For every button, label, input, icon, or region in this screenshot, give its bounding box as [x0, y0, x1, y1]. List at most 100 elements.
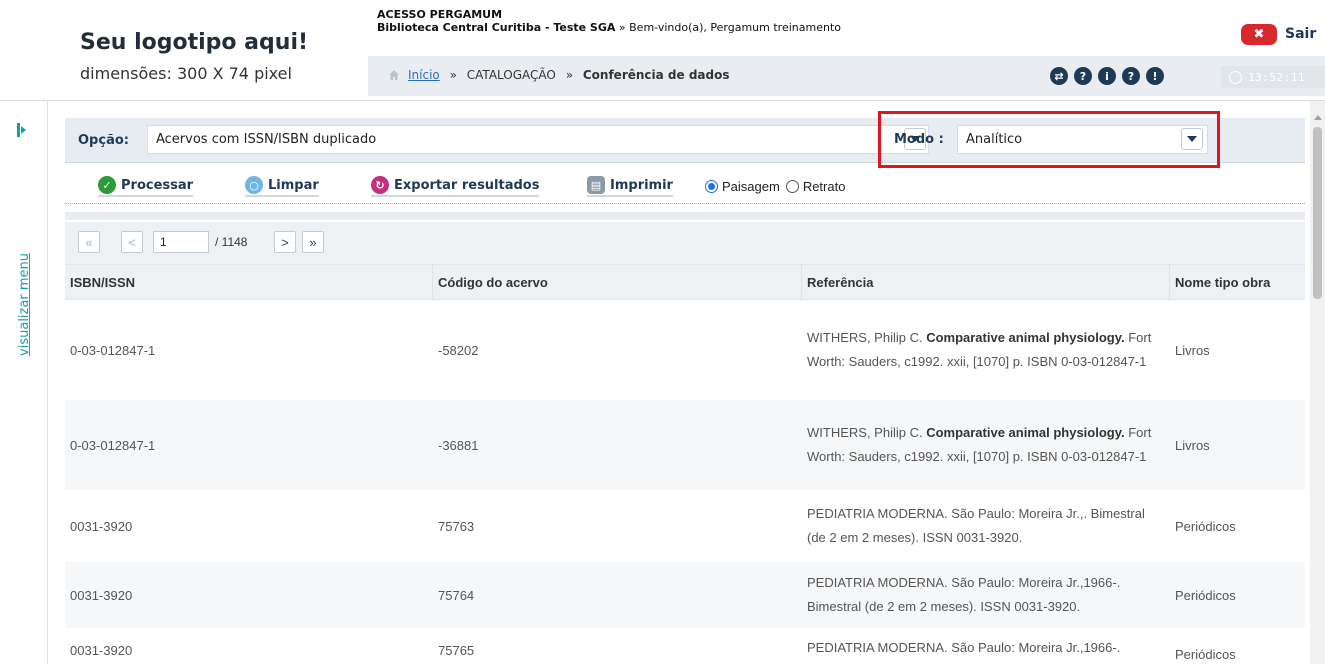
info-icon[interactable]: i — [1098, 67, 1116, 85]
cell-type: Periódicos — [1175, 647, 1236, 662]
breadcrumb-home-link[interactable]: Início — [408, 68, 440, 82]
landscape-label: Paisagem — [722, 179, 780, 194]
home-icon — [389, 70, 399, 80]
option-label: Opção: — [78, 133, 129, 148]
table-row[interactable]: 0-03-012847-1 -58202 WITHERS, Philip C. … — [65, 300, 1305, 400]
reference-title: Comparative animal physiology. — [926, 330, 1125, 345]
scroll-up-arrow-icon[interactable] — [1314, 115, 1322, 120]
header-tool-icons: ⇄ ? i ? ! — [1050, 67, 1164, 85]
breadcrumb-separator: » — [565, 68, 574, 82]
cell-isbn: 0031-3920 — [70, 587, 133, 603]
cell-code: -58202 — [438, 342, 479, 358]
question-icon[interactable]: ? — [1122, 67, 1140, 85]
reference-author: WITHERS, Philip C. — [807, 330, 927, 345]
cell-isbn: 0031-3920 — [70, 518, 133, 534]
breadcrumb-current: Conferência de dados — [582, 68, 730, 82]
breadcrumb-bar: Início » CATALOGAÇÃO » Conferência de da… — [368, 56, 1325, 96]
pagination: « < 1 / 1148 > » — [65, 222, 1305, 264]
clock-icon — [1229, 70, 1242, 84]
column-header-code[interactable]: Código do acervo — [433, 265, 802, 301]
left-sidebar: visualizar menu — [0, 101, 48, 664]
help-circle-icon[interactable]: ? — [1074, 67, 1092, 85]
table-row[interactable]: 0031-3920 75765 PEDIATRIA MODERNA. São P… — [65, 628, 1305, 664]
alert-icon[interactable]: ! — [1146, 67, 1164, 85]
page-number-input[interactable]: 1 — [153, 231, 209, 253]
header: Seu logotipo aqui! dimensões: 300 X 74 p… — [0, 0, 1325, 101]
table-header: ISBN/ISSN Código do acervo Referência No… — [65, 264, 1305, 301]
logo-title: Seu logotipo aqui! — [80, 30, 309, 55]
mode-highlight-box — [878, 111, 1220, 168]
separator-band — [65, 212, 1305, 220]
next-page-button[interactable]: > — [274, 231, 296, 253]
table-row[interactable]: 0-03-012847-1 -36881 WITHERS, Philip C. … — [65, 400, 1305, 490]
cell-code: 75765 — [438, 643, 475, 658]
option-select-value: Acervos com ISSN/ISBN duplicado — [156, 132, 377, 147]
logout-button[interactable]: ✖ Sair — [1241, 23, 1316, 45]
clock-time: 13:52:11 — [1248, 70, 1305, 84]
cell-reference: PEDIATRIA MODERNA. São Paulo: Moreira Jr… — [802, 628, 1170, 664]
portrait-radio[interactable] — [785, 180, 799, 193]
reference-author: WITHERS, Philip C. — [807, 425, 927, 440]
cell-type: Livros — [1175, 342, 1210, 358]
logout-label: Sair — [1285, 26, 1317, 42]
option-select[interactable]: Acervos com ISSN/ISBN duplicado — [147, 125, 929, 154]
library-name: Biblioteca Central Curitiba - Teste SGA — [377, 21, 616, 34]
cell-code: 75763 — [438, 518, 475, 534]
breadcrumb-separator: » — [449, 68, 457, 82]
logo-dimensions: dimensões: 300 X 74 pixel — [80, 64, 292, 83]
vertical-scrollbar[interactable] — [1310, 101, 1325, 664]
export-results-button[interactable]: ↻ Exportar resultados — [371, 176, 540, 197]
table-row[interactable]: 0031-3920 75764 PEDIATRIA MODERNA. São P… — [65, 562, 1305, 628]
reference-text: PEDIATRIA MODERNA. São Paulo: Moreira Jr… — [807, 575, 1121, 614]
export-icon: ↻ — [371, 176, 389, 194]
printer-icon: ▤ — [587, 176, 605, 194]
welcome-text: Bem-vindo(a), Pergamum treinamento — [629, 21, 841, 34]
exchange-icon[interactable]: ⇄ — [1050, 67, 1068, 85]
process-label: Processar — [121, 177, 194, 193]
scrollbar-thumb[interactable] — [1313, 127, 1322, 299]
cell-code: -36881 — [438, 437, 479, 453]
show-menu-label: visualizar menu — [16, 252, 32, 356]
orientation-radio-group: Paisagem Retrato — [705, 179, 845, 194]
print-label: Imprimir — [610, 177, 673, 193]
clear-button[interactable]: ○ Limpar — [245, 176, 319, 197]
cell-isbn: 0031-3920 — [70, 643, 133, 658]
print-button[interactable]: ▤ Imprimir — [587, 176, 673, 197]
reference-title: Comparative animal physiology. — [926, 425, 1125, 440]
cell-reference: WITHERS, Philip C. Comparative animal ph… — [802, 400, 1170, 490]
cell-type: Periódicos — [1175, 587, 1236, 603]
landscape-radio[interactable] — [705, 180, 718, 193]
table-row[interactable]: 0031-3920 75763 PEDIATRIA MODERNA. São P… — [65, 490, 1305, 562]
cell-type: Periódicos — [1175, 518, 1236, 534]
reference-text: PEDIATRIA MODERNA. São Paulo: Moreira Jr… — [807, 640, 1121, 655]
page-total: / 1148 — [215, 235, 248, 249]
welcome-separator: » — [618, 21, 626, 34]
access-title: ACESSO PERGAMUM — [377, 8, 503, 21]
column-header-reference[interactable]: Referência — [802, 265, 1170, 301]
last-page-button[interactable]: » — [302, 231, 324, 253]
prev-page-button[interactable]: < — [121, 231, 143, 253]
clear-label: Limpar — [268, 177, 319, 193]
first-page-button[interactable]: « — [78, 231, 100, 253]
cell-reference: PEDIATRIA MODERNA. São Paulo: Moreira Jr… — [802, 490, 1170, 562]
reference-text: PEDIATRIA MODERNA. São Paulo: Moreira Jr… — [807, 506, 1145, 545]
show-menu-link[interactable]: visualizar menu — [16, 239, 32, 369]
magnifier-icon: ○ — [245, 176, 263, 194]
export-label: Exportar resultados — [394, 177, 540, 193]
breadcrumb-section: CATALOGAÇÃO — [466, 68, 556, 82]
sidebar-toggle-icon[interactable] — [17, 123, 27, 137]
process-button[interactable]: ✓ Processar — [98, 176, 194, 197]
cell-reference: PEDIATRIA MODERNA. São Paulo: Moreira Jr… — [802, 562, 1170, 628]
cell-code: 75764 — [438, 587, 475, 603]
action-toolbar: ✓ Processar ○ Limpar ↻ Exportar resultad… — [65, 170, 1305, 204]
welcome-line: Biblioteca Central Curitiba - Teste SGA … — [377, 21, 841, 34]
check-icon: ✓ — [98, 176, 116, 194]
close-icon: ✖ — [1241, 23, 1277, 45]
cell-reference: WITHERS, Philip C. Comparative animal ph… — [802, 300, 1170, 400]
cell-isbn: 0-03-012847-1 — [70, 342, 156, 358]
column-header-type[interactable]: Nome tipo obra — [1170, 265, 1305, 301]
cell-type: Livros — [1175, 437, 1210, 453]
column-header-isbn[interactable]: ISBN/ISSN — [65, 265, 433, 301]
cell-isbn: 0-03-012847-1 — [70, 437, 156, 453]
breadcrumb: Início » CATALOGAÇÃO » Conferência de da… — [408, 68, 729, 82]
